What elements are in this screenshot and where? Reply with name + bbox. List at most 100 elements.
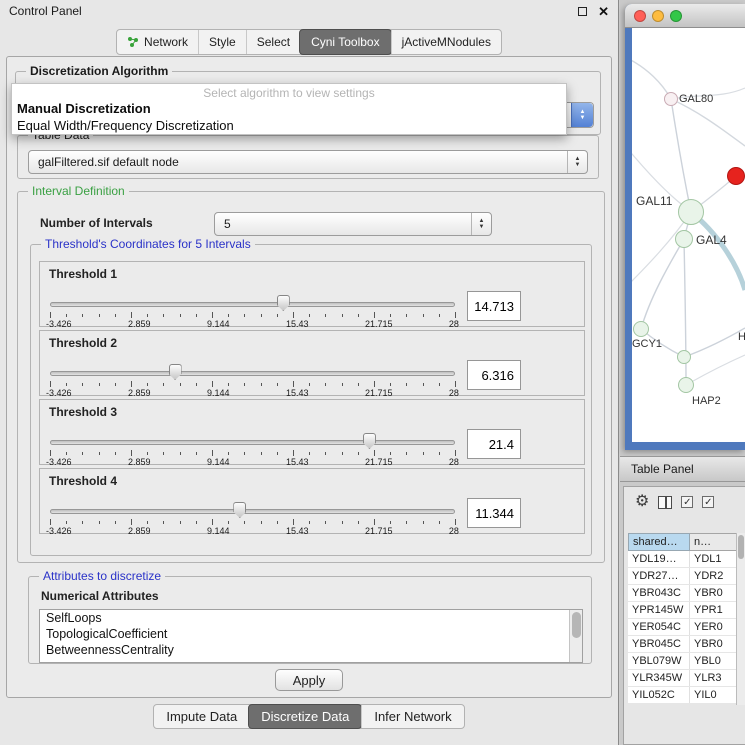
close-icon[interactable]: ✕: [598, 5, 609, 18]
attributes-list-scrollbar[interactable]: [569, 610, 582, 662]
node-label-hap2: HAP2: [692, 395, 721, 407]
control-panel-titlebar: Control Panel ✕: [0, 0, 618, 22]
tab-network[interactable]: Network: [117, 30, 198, 54]
attributes-group: Attributes to discretize Numerical Attri…: [28, 576, 592, 664]
threshold-3-slider[interactable]: -3.4262.8599.14415.4321.71528: [50, 428, 455, 464]
tab-impute-data[interactable]: Impute Data: [154, 705, 249, 728]
table-toolbar: ⚙ ✓ ✓: [624, 487, 745, 517]
table-panel-title: Table Panel: [631, 462, 694, 476]
list-item: SelfLoops: [40, 610, 582, 626]
gear-icon[interactable]: ⚙: [635, 494, 649, 510]
table-panel-header[interactable]: Table Panel: [620, 456, 745, 482]
node-label-gal4: GAL4: [696, 233, 727, 247]
columns-icon[interactable]: [658, 496, 672, 509]
slider-thumb[interactable]: [169, 364, 182, 380]
numerical-attributes-list[interactable]: SelfLoopsTopologicalCoefficientBetweenne…: [39, 609, 583, 663]
list-item: BetweennessCentrality: [40, 642, 582, 658]
slider-thumb[interactable]: [363, 433, 376, 449]
tab-cyni-toolbox[interactable]: Cyni Toolbox: [299, 29, 391, 55]
number-of-intervals-label: Number of Intervals: [40, 216, 153, 230]
restore-icon[interactable]: [578, 7, 587, 16]
number-of-intervals-select[interactable]: 5 ▲ ▼: [214, 212, 492, 236]
threshold-1-panel: Threshold 1 -3.4262.8599.14415.4321.7152…: [39, 261, 585, 327]
tab-select[interactable]: Select: [246, 30, 300, 54]
table-data-select[interactable]: galFiltered.sif default node ▲ ▼: [28, 150, 588, 174]
popup-option-manual-discretization[interactable]: Manual Discretization: [12, 100, 566, 117]
threshold-4-value[interactable]: 11.344: [467, 498, 521, 528]
table-row[interactable]: YBR043C YBR0: [628, 585, 745, 602]
node-label-gcy1: GCY1: [632, 338, 662, 350]
slider-ticks: [50, 519, 455, 526]
slider-thumb[interactable]: [277, 295, 290, 311]
tab-label: Infer Network: [374, 709, 451, 724]
network-node-selected[interactable]: [727, 167, 745, 185]
slider-scale: -3.4262.8599.14415.4321.71528: [46, 526, 459, 536]
popup-option-equal-width[interactable]: Equal Width/Frequency Discretization: [12, 117, 566, 134]
network-view-window: GAL80 GAL11 GAL4 GCY1 HAP2 H: [625, 4, 745, 450]
threshold-4-slider[interactable]: -3.4262.8599.14415.4321.71528: [50, 497, 455, 533]
network-node[interactable]: [678, 377, 694, 393]
slider-scale: -3.4262.8599.14415.4321.71528: [46, 457, 459, 467]
threshold-2-value[interactable]: 6.316: [467, 360, 521, 390]
threshold-1-slider[interactable]: -3.4262.8599.14415.4321.71528: [50, 290, 455, 326]
threshold-1-value[interactable]: 14.713: [467, 291, 521, 321]
thresholds-group-title: Threshold's Coordinates for 5 Intervals: [41, 237, 255, 251]
slider-thumb[interactable]: [233, 502, 246, 518]
down-arrow-icon: ▼: [580, 115, 586, 121]
table-data-value: galFiltered.sif default node: [29, 155, 567, 169]
table-row[interactable]: YBL079W YBL0: [628, 653, 745, 670]
close-traffic-light-icon[interactable]: [634, 10, 646, 22]
combo-stepper-icon[interactable]: ▲ ▼: [571, 103, 593, 127]
node-label-gal80: GAL80: [679, 93, 713, 105]
tab-label: Select: [257, 35, 290, 49]
table-row[interactable]: YER054C YER0: [628, 619, 745, 636]
threshold-3-value[interactable]: 21.4: [467, 429, 521, 459]
table-row[interactable]: YIL052C YIL0: [628, 687, 745, 704]
tab-discretize-data[interactable]: Discretize Data: [248, 704, 362, 729]
tab-style[interactable]: Style: [198, 30, 246, 54]
network-node[interactable]: [678, 199, 704, 225]
table-row[interactable]: YPR145W YPR1: [628, 602, 745, 619]
slider-ticks: [50, 312, 455, 319]
tab-jactivemnodules[interactable]: jActiveMNodules: [391, 30, 501, 54]
number-of-intervals-value: 5: [215, 217, 471, 231]
down-arrow-icon: ▼: [479, 224, 485, 230]
network-node[interactable]: [677, 350, 691, 364]
network-window-titlebar: [625, 4, 745, 28]
table-row[interactable]: YDR27… YDR2: [628, 568, 745, 585]
network-node[interactable]: [664, 92, 678, 106]
table-row[interactable]: YLR345W YLR3: [628, 670, 745, 687]
threshold-3-panel: Threshold 3 -3.4262.8599.14415.4321.7152…: [39, 399, 585, 465]
zoom-traffic-light-icon[interactable]: [670, 10, 682, 22]
apply-button[interactable]: Apply: [275, 669, 343, 691]
network-node[interactable]: [633, 321, 649, 337]
down-arrow-icon: ▼: [575, 162, 581, 168]
control-panel-tabs: Network Style Select Cyni Toolbox jActiv…: [116, 29, 502, 55]
network-canvas[interactable]: GAL80 GAL11 GAL4 GCY1 HAP2 H: [632, 28, 745, 442]
threshold-2-slider[interactable]: -3.4262.8599.14415.4321.71528: [50, 359, 455, 395]
minimize-traffic-light-icon[interactable]: [652, 10, 664, 22]
network-node[interactable]: [675, 230, 693, 248]
combo-stepper-icon[interactable]: ▲ ▼: [471, 213, 491, 235]
list-item: TopologicalCoefficient: [40, 626, 582, 642]
threshold-4-panel: Threshold 4 -3.4262.8599.14415.4321.7152…: [39, 468, 585, 534]
right-area: GAL80 GAL11 GAL4 GCY1 HAP2 H Table Panel…: [620, 0, 745, 745]
tab-infer-network[interactable]: Infer Network: [361, 705, 463, 728]
node-label-gal11: GAL11: [636, 194, 672, 208]
algorithm-dropdown-popup: Select algorithm to view settings Manual…: [11, 83, 567, 135]
table-row[interactable]: YBR045C YBR0: [628, 636, 745, 653]
network-icon: [127, 36, 139, 48]
tab-label: Network: [144, 35, 188, 49]
tab-label: Style: [209, 35, 236, 49]
cyni-toolbox-panel: Discretization Algorithm ▲ ▼ Select algo…: [6, 56, 612, 698]
popup-placeholder: Select algorithm to view settings: [12, 84, 566, 100]
checkbox-icon[interactable]: ✓: [702, 496, 714, 508]
table-row[interactable]: YDL19… YDL1: [628, 551, 745, 568]
combo-stepper-icon[interactable]: ▲ ▼: [567, 151, 587, 173]
numerical-attributes-label: Numerical Attributes: [41, 589, 159, 603]
table-header-row: shared… n…: [628, 533, 745, 551]
checkbox-icon[interactable]: ✓: [681, 496, 693, 508]
table-scrollbar[interactable]: [736, 533, 745, 705]
interval-definition-group: Interval Definition Number of Intervals …: [17, 191, 605, 563]
column-header-shared-name[interactable]: shared…: [628, 533, 690, 551]
